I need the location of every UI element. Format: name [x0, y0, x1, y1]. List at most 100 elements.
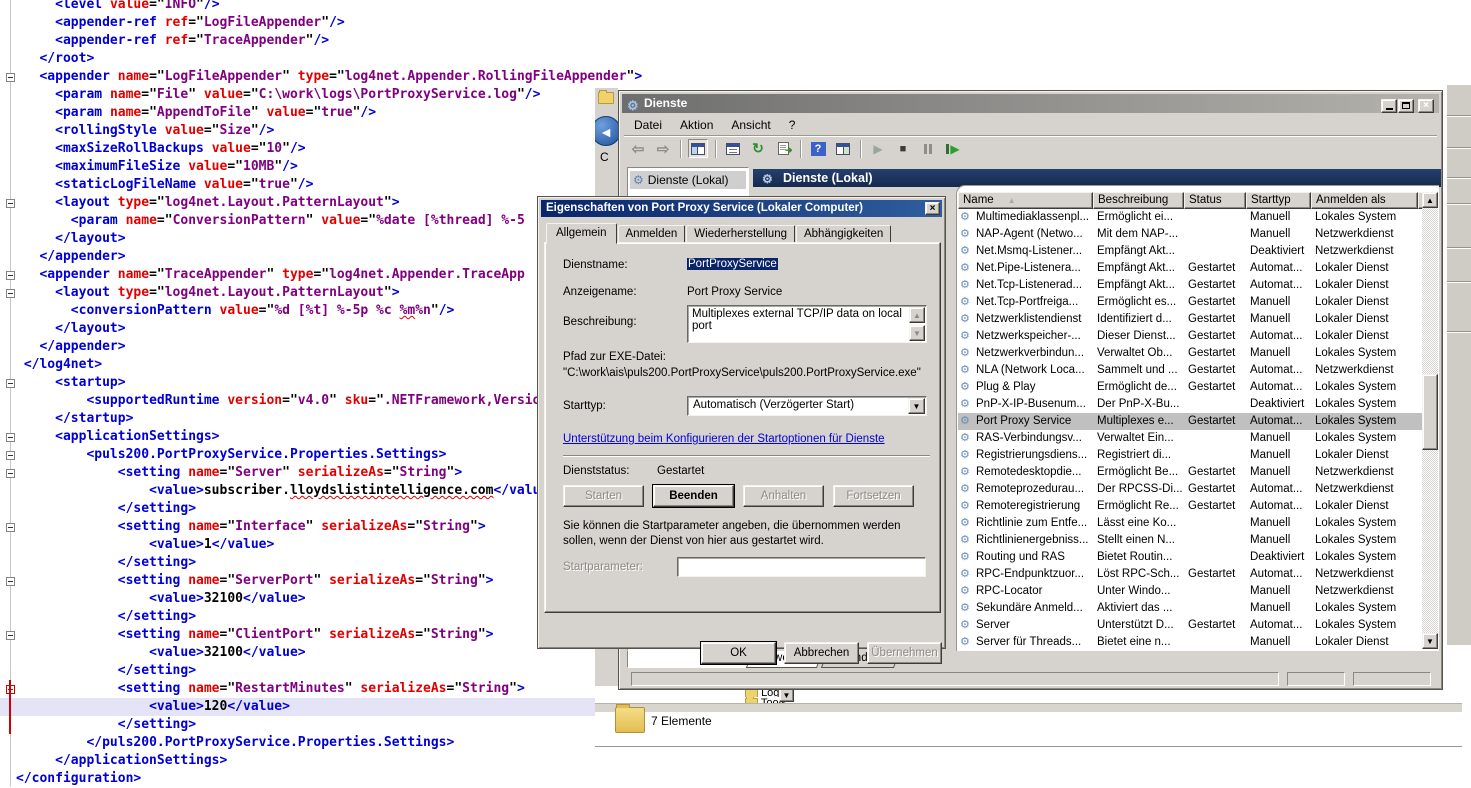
code-line[interactable]: <level value="INFO"/> [0, 0, 700, 14]
cell: Multimediaklassenpl... [972, 209, 1093, 226]
column-header[interactable]: Name▲ [958, 192, 1093, 209]
pause-service-icon[interactable] [918, 139, 938, 158]
anhalten-button[interactable]: Anhalten [743, 485, 824, 507]
fold-marker[interactable] [6, 271, 15, 280]
code-line[interactable]: </configuration> [0, 770, 700, 788]
table-row[interactable]: ⚙Net.Msmq-Listener...Empfängt Akt...Deak… [958, 243, 1422, 260]
fortsetzen-button[interactable]: Fortsetzen [833, 485, 914, 507]
fold-marker[interactable] [6, 289, 15, 298]
table-row[interactable]: ⚙Net.Pipe-Listenera...Empfängt Akt...Ges… [958, 260, 1422, 277]
refresh-icon[interactable]: ↻ [748, 139, 768, 158]
fold-marker[interactable] [6, 73, 15, 82]
cell: Unterstützt D... [1093, 617, 1184, 634]
help-icon[interactable]: ? [808, 139, 828, 158]
fold-marker[interactable] [6, 631, 15, 640]
scroll-up-button[interactable]: ▲ [1422, 192, 1438, 208]
dropdown-button[interactable]: ▼ [779, 688, 794, 702]
close-button[interactable]: × [1418, 99, 1434, 113]
tab-wiederherstellung[interactable]: Wiederherstellung [686, 225, 795, 243]
table-row[interactable]: ⚙Netzwerkspeicher-...Dieser Dienst...Ges… [958, 328, 1422, 345]
fold-marker[interactable] [6, 577, 15, 586]
start-params-input[interactable] [677, 557, 926, 577]
properties-icon[interactable] [723, 139, 743, 158]
fold-marker[interactable] [6, 379, 15, 388]
description-field[interactable]: Multiplexes external TCP/IP data on loca… [687, 305, 927, 343]
menu-item-datei[interactable]: Datei [625, 116, 671, 134]
chevron-down-icon[interactable]: ▼ [908, 398, 925, 414]
table-row[interactable]: ⚙RPC-LocatorUnter Windo...ManuellNetzwer… [958, 583, 1422, 600]
stop-service-icon[interactable]: ■ [893, 139, 913, 158]
scroll-down-button[interactable]: ▼ [1422, 633, 1438, 649]
code-line[interactable]: <appender name="LogFileAppender" type="l… [0, 68, 700, 86]
tab-allgemein[interactable]: Allgemein [546, 223, 617, 244]
table-row[interactable]: ⚙RPC-Endpunktzuor...Löst RPC-Sch...Gesta… [958, 566, 1422, 583]
table-row[interactable]: ⚙Remoteprozedurau...Der RPCSS-Di...Gesta… [958, 481, 1422, 498]
table-row[interactable]: ⚙Remotedesktopdie...Ermöglicht Be...Gest… [958, 464, 1422, 481]
minimize-button[interactable] [1381, 99, 1397, 113]
beenden-button[interactable]: Beenden [653, 485, 734, 507]
forward-icon[interactable]: ⇨ [653, 139, 673, 158]
startup-options-help-link[interactable]: Unterstützung beim Konfigurieren der Sta… [563, 433, 885, 445]
table-row[interactable]: ⚙NLA (Network Loca...Sammelt und ...Gest… [958, 362, 1422, 379]
table-row[interactable]: ⚙Routing und RASBietet Routin...Deaktivi… [958, 549, 1422, 566]
starten-button[interactable]: Starten [563, 485, 644, 507]
fold-marker[interactable] [6, 469, 15, 478]
dialog-title-bar[interactable]: Eigenschaften von Port Proxy Service (Lo… [541, 200, 942, 217]
table-row[interactable]: ⚙Netzwerkverbindun...Verwaltet Ob...Gest… [958, 345, 1422, 362]
table-row[interactable]: ⚙Sekundäre Anmeld...Aktiviert das ...Man… [958, 600, 1422, 617]
table-row[interactable]: ⚙ServerUnterstützt D...GestartetAutomat.… [958, 617, 1422, 634]
abbrechen-button[interactable]: Abbrechen [784, 642, 859, 664]
column-header[interactable]: Status [1184, 192, 1246, 209]
table-row[interactable]: ⚙Multimediaklassenpl...Ermöglicht ei...M… [958, 209, 1422, 226]
column-header[interactable]: Anmelden als [1311, 192, 1418, 209]
table-row[interactable]: ⚙NAP-Agent (Netwo...Mit dem NAP-...Manue… [958, 226, 1422, 243]
tab-abhängigkeiten[interactable]: Abhängigkeiten [796, 225, 891, 243]
table-row[interactable]: ⚙Net.Tcp-Listenerad...Empfängt Akt...Ges… [958, 277, 1422, 294]
tab-anmelden[interactable]: Anmelden [618, 225, 686, 243]
code-line[interactable]: <appender-ref ref="TraceAppender"/> [0, 32, 700, 50]
table-row[interactable]: ⚙Plug & PlayErmöglicht de...GestartetAut… [958, 379, 1422, 396]
menu-item-ansicht[interactable]: Ansicht [722, 116, 779, 134]
close-icon[interactable]: × [925, 202, 940, 215]
code-line[interactable]: </applicationSettings> [0, 752, 700, 770]
übernehmen-button[interactable]: Übernehmen [867, 642, 942, 664]
table-row[interactable]: ⚙Net.Tcp-Portfreiga...Ermöglicht es...Ge… [958, 294, 1422, 311]
table-row[interactable]: ⚙Server für Threads...Bietet eine n...Ma… [958, 634, 1422, 651]
code-line[interactable]: </root> [0, 50, 700, 68]
table-row[interactable]: ⚙RAS-Verbindungsv...Verwaltet Ein...Manu… [958, 430, 1422, 447]
code-line[interactable]: <appender-ref ref="LogFileAppender"/> [0, 14, 700, 32]
table-row[interactable]: ⚙Registrierungsdiens...Registriert di...… [958, 447, 1422, 464]
ok-button[interactable]: OK [701, 642, 776, 664]
back-button[interactable]: ◄ [595, 116, 618, 146]
cell [1184, 600, 1246, 617]
table-row[interactable]: ⚙Richtlinienergebniss...Stellt einen N..… [958, 532, 1422, 549]
fold-marker[interactable] [6, 523, 15, 532]
fold-marker[interactable] [6, 451, 15, 460]
back-icon[interactable]: ⇦ [628, 139, 648, 158]
title-bar[interactable]: ⚙ Dienste × [622, 94, 1439, 113]
cell [1184, 209, 1246, 226]
start-service-icon[interactable]: ▶ [868, 139, 888, 158]
table-row[interactable]: ⚙RemoteregistrierungErmöglicht Re...Gest… [958, 498, 1422, 515]
scrollbar-thumb[interactable] [1422, 374, 1438, 450]
menu-item-help[interactable]: ? [780, 116, 805, 134]
startup-type-select[interactable]: Automatisch (Verzögerter Start) ▼ [687, 396, 927, 416]
column-header[interactable]: Starttyp [1246, 192, 1311, 209]
maximize-button[interactable] [1398, 99, 1414, 113]
vertical-scrollbar[interactable]: ▲ ▼ [1422, 192, 1438, 649]
export-list-icon[interactable]: ➜ [773, 139, 793, 158]
fold-marker[interactable] [6, 199, 15, 208]
restart-service-icon[interactable]: ▶ [943, 139, 963, 158]
show-action-pane-icon[interactable] [833, 139, 853, 158]
table-row[interactable]: ⚙NetzwerklistendienstIdentifiziert d...G… [958, 311, 1422, 328]
menu-item-aktion[interactable]: Aktion [671, 116, 722, 134]
tree-item-dienste-lokal[interactable]: ⚙Dienste (Lokal) [630, 171, 746, 189]
scroll-up-icon[interactable]: ▲ [909, 307, 925, 323]
table-row[interactable]: ⚙Richtlinie zum Entfe...Lässt eine Ko...… [958, 515, 1422, 532]
show-console-tree-icon[interactable] [688, 139, 708, 158]
table-row[interactable]: ⚙PnP-X-IP-Busenum...Der PnP-X-Bu...Deakt… [958, 396, 1422, 413]
fold-marker[interactable] [6, 433, 15, 442]
table-row[interactable]: ⚙Port Proxy ServiceMultiplexes e...Gesta… [958, 413, 1422, 430]
scroll-down-icon[interactable]: ▼ [909, 325, 925, 341]
column-header[interactable]: Beschreibung [1093, 192, 1184, 209]
